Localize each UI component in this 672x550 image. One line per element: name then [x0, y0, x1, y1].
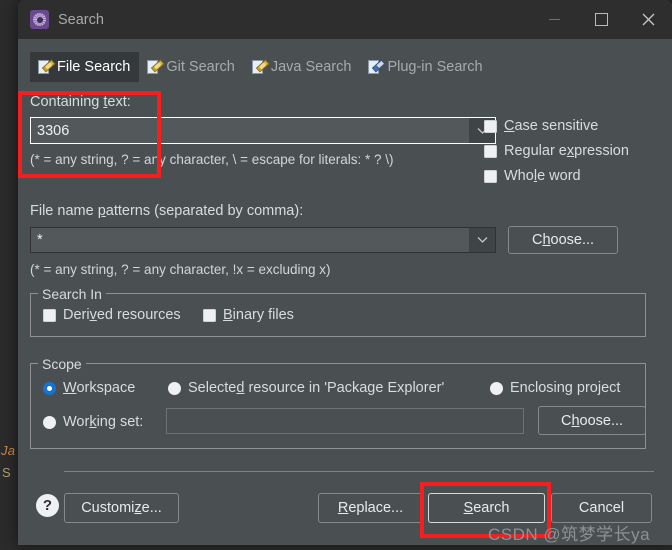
watermark: CSDN @筑梦学长ya	[488, 525, 651, 544]
radio-dot	[168, 381, 181, 395]
search-in-group-title: Search In	[38, 286, 106, 302]
checkbox-label: Regular expression	[504, 143, 629, 159]
radio-label: Workspace	[63, 380, 136, 396]
working-set-input[interactable]	[166, 408, 524, 434]
radio-dot	[490, 381, 503, 395]
tab-java-search[interactable]: Java Search	[244, 52, 361, 82]
button-label: Choose...	[531, 232, 595, 248]
dialog-title: Search	[58, 11, 104, 28]
checkbox-label: Derived resources	[63, 307, 181, 323]
checkbox-box	[43, 308, 56, 322]
button-label: Customize...	[81, 500, 162, 516]
checkbox-box	[484, 144, 497, 158]
checkbox-label: Whole word	[504, 168, 581, 184]
radio-label: Working set:	[63, 414, 144, 430]
tab-git-search[interactable]: Git Search	[139, 52, 244, 82]
checkbox-box	[484, 119, 497, 133]
dialog-body: File Search Git Search Java Search Plug-…	[18, 39, 672, 471]
working-set-choose-button[interactable]: Choose...	[538, 406, 646, 435]
working-set-value	[167, 409, 523, 413]
checkbox-label: Case sensitive	[504, 118, 599, 134]
button-label: Cancel	[578, 500, 625, 516]
checkbox-whole-word[interactable]: Whole word	[484, 168, 581, 184]
tab-label: File Search	[57, 59, 131, 75]
file-patterns-value: *	[37, 232, 43, 248]
question-mark-icon[interactable]: ?	[36, 494, 59, 517]
checkbox-regular-expression[interactable]: Regular expression	[484, 143, 629, 159]
page-pencil-icon	[37, 59, 52, 75]
file-patterns-hint: (* = any string, ? = any character, !x =…	[30, 262, 331, 277]
containing-text-label: Containing text:	[30, 94, 131, 110]
checkbox-derived-resources[interactable]: Derived resources	[43, 307, 181, 323]
file-patterns-input[interactable]: *	[30, 227, 496, 253]
radio-enclosing-project[interactable]: Enclosing project	[490, 380, 620, 396]
gear-icon	[30, 10, 49, 29]
radio-dot	[43, 415, 56, 429]
search-tabs: File Search Git Search Java Search Plug-…	[30, 52, 492, 82]
checkbox-box	[203, 308, 216, 322]
containing-text-hint: (* = any string, ? = any character, \ = …	[30, 152, 394, 167]
minimize-button[interactable]	[531, 0, 578, 39]
radio-dot	[43, 381, 56, 395]
footer-divider	[64, 471, 654, 472]
containing-text-input[interactable]: 3306	[30, 117, 496, 144]
plug-pencil-icon	[367, 59, 382, 75]
chevron-down-icon[interactable]	[469, 228, 495, 252]
page-pencil-icon	[251, 59, 266, 75]
search-dialog: Search File Search Git Search Java Searc…	[18, 0, 672, 545]
background-text-fragment-2: S	[2, 465, 11, 480]
background-text-fragment-1: Ja	[1, 443, 16, 458]
tab-label: Java Search	[270, 59, 352, 75]
radio-label: Selected resource in 'Package Explorer'	[188, 380, 445, 396]
radio-selected-resource[interactable]: Selected resource in 'Package Explorer'	[168, 380, 444, 396]
checkbox-label: Binary files	[223, 307, 294, 323]
radio-workspace[interactable]: Workspace	[43, 380, 135, 396]
radio-working-set[interactable]: Working set:	[43, 414, 143, 430]
search-button[interactable]: Search	[428, 493, 545, 523]
tab-plugin-search[interactable]: Plug-in Search	[360, 52, 491, 82]
radio-label: Enclosing project	[510, 380, 621, 396]
button-label: Choose...	[560, 412, 624, 429]
tab-label: Plug-in Search	[387, 59, 483, 75]
maximize-button[interactable]	[578, 0, 625, 39]
close-button[interactable]	[625, 0, 672, 39]
window-controls	[531, 0, 672, 39]
tab-label: Git Search	[166, 59, 235, 75]
dialog-titlebar[interactable]: Search	[18, 0, 672, 39]
page-pencil-icon	[146, 59, 161, 75]
tab-file-search[interactable]: File Search	[30, 52, 140, 82]
desktop-background: Ja S Search File Search Git Search Java …	[0, 0, 672, 550]
checkbox-box	[484, 169, 497, 183]
cancel-button[interactable]: Cancel	[551, 493, 652, 523]
button-label: Replace...	[337, 500, 404, 516]
scope-group-title: Scope	[38, 356, 86, 372]
checkbox-binary-files[interactable]: Binary files	[203, 307, 294, 323]
replace-button[interactable]: Replace...	[318, 493, 423, 523]
checkbox-case-sensitive[interactable]: Case sensitive	[484, 118, 598, 134]
help-label: ?	[42, 497, 53, 514]
file-patterns-choose-button[interactable]: Choose...	[508, 226, 618, 254]
containing-text-value: 3306	[37, 122, 70, 139]
button-label: Search	[463, 500, 510, 516]
customize-button[interactable]: Customize...	[64, 493, 179, 523]
file-patterns-label: File name patterns (separated by comma):	[30, 203, 304, 219]
